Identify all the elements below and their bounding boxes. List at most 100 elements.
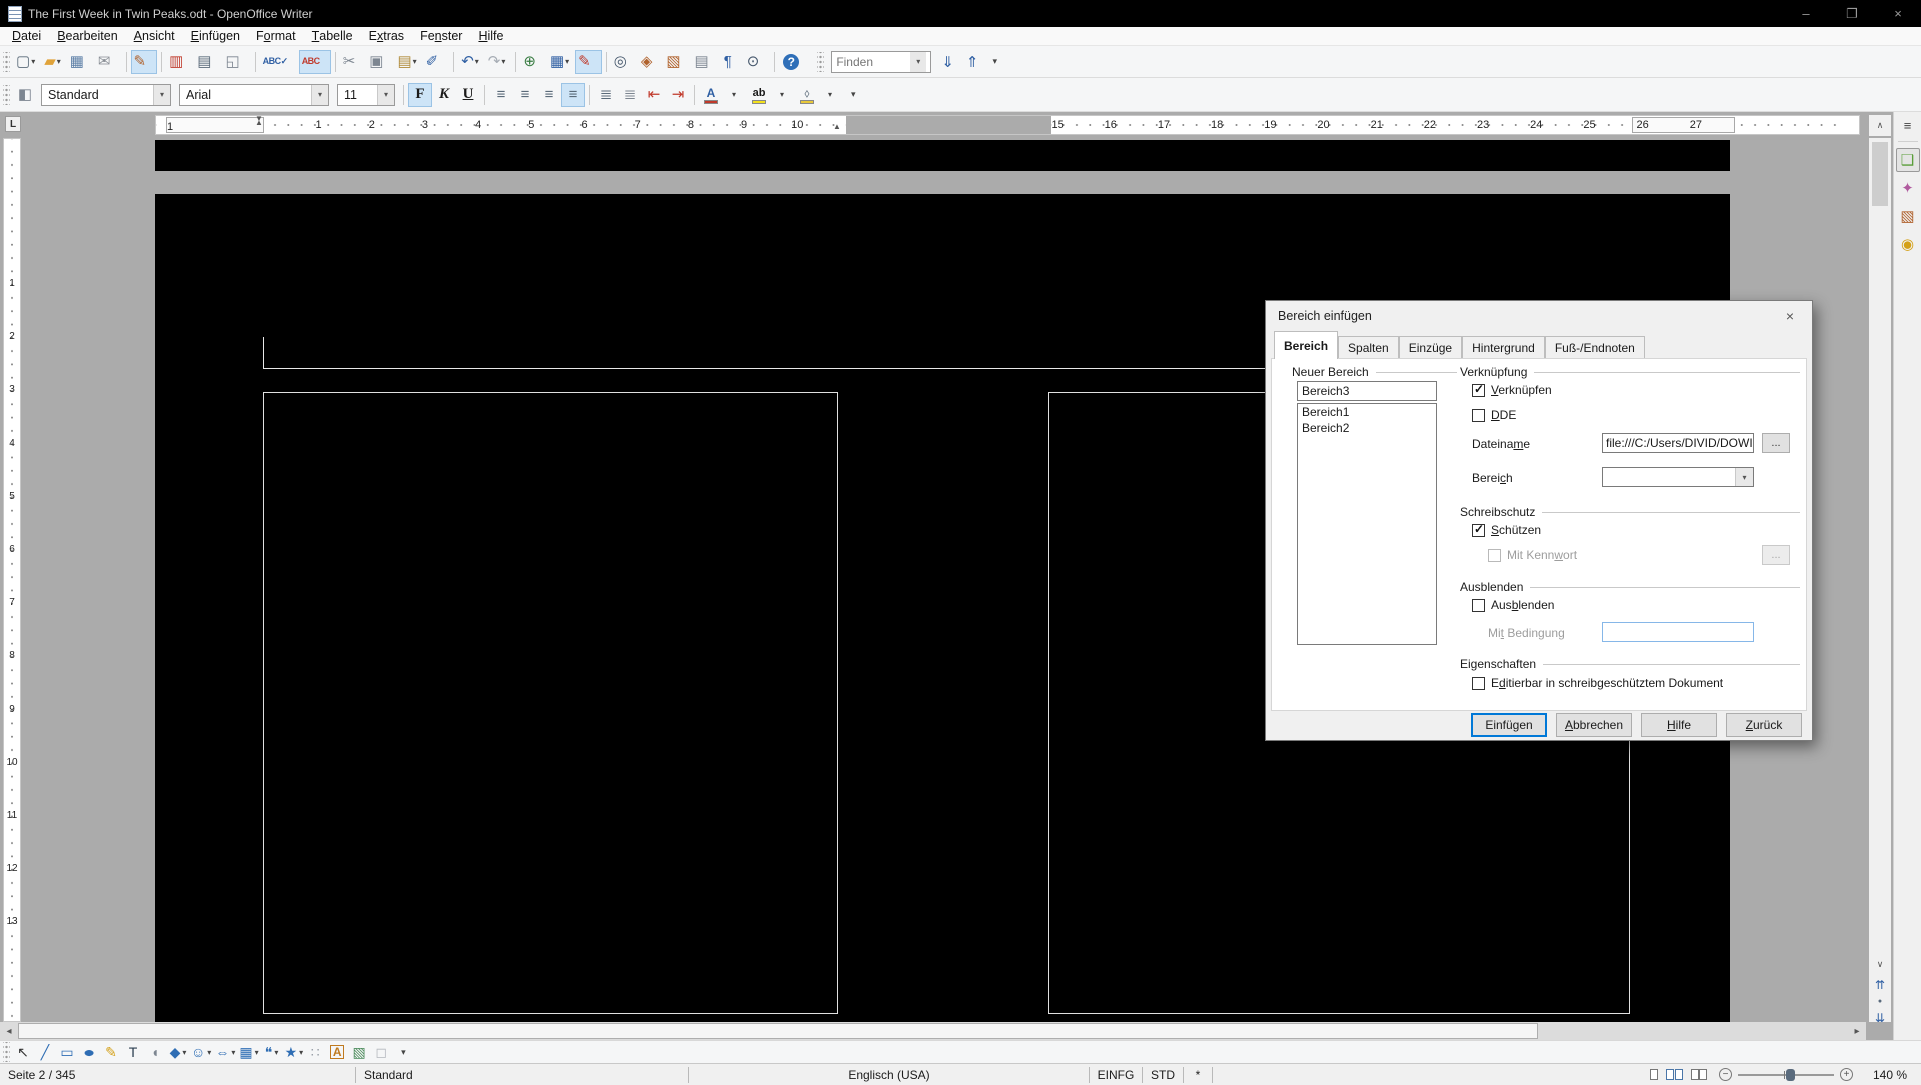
nonprinting-characters-icon[interactable]: ¶	[720, 50, 744, 74]
highlighting-icon[interactable]: ab	[747, 83, 771, 107]
save-icon[interactable]: ▦	[67, 50, 95, 74]
rectangle-icon[interactable]: ▭	[57, 1042, 79, 1063]
format-paintbrush-icon[interactable]: ✐	[423, 50, 450, 74]
section-name-input[interactable]: Bereich3	[1297, 381, 1437, 401]
toolbar-grip[interactable]	[817, 52, 824, 72]
toolbar-overflow-icon[interactable]: ▾	[847, 87, 860, 102]
sidebar-tab-styles-icon[interactable]: ✦	[1896, 176, 1920, 200]
find-previous-icon[interactable]: ⇑	[960, 53, 985, 71]
menu-item[interactable]: Format	[248, 27, 304, 45]
menu-item[interactable]: Extras	[361, 27, 412, 45]
zoom-icon[interactable]: ⊙	[744, 50, 771, 74]
page-style-indicator[interactable]: Standard	[356, 1064, 688, 1085]
toolbar-grip[interactable]	[3, 85, 10, 105]
tab-bereich[interactable]: Bereich	[1274, 331, 1338, 359]
basic-shapes-icon[interactable]: ◆ ▾	[167, 1042, 189, 1063]
abbrechen-button[interactable]: Abbrechen	[1556, 713, 1632, 737]
indent-marker[interactable]: ▼ ▲	[254, 117, 264, 125]
print-icon[interactable]: ▤	[194, 50, 222, 74]
minimize-button[interactable]: –	[1783, 0, 1829, 27]
toolbar-grip[interactable]	[3, 52, 10, 72]
checkbox[interactable]	[1472, 599, 1485, 612]
toolbar-grip[interactable]	[3, 1042, 10, 1062]
dropdown-icon[interactable]: ▾	[723, 83, 747, 107]
block-arrows-icon[interactable]: ⇔ ▾	[213, 1042, 237, 1063]
bold-button[interactable]: F	[408, 83, 432, 107]
menu-item[interactable]: Fenster	[412, 27, 470, 45]
autospellcheck-icon[interactable]: ABC	[299, 50, 331, 74]
fontsize-combobox[interactable]: 11 ▾	[337, 84, 395, 106]
gallery-icon[interactable]: ▧	[663, 50, 691, 74]
symbol-shapes-icon[interactable]: ☺ ▾	[189, 1042, 213, 1063]
dropdown-icon[interactable]: ▾	[819, 83, 843, 107]
insert-mode-indicator[interactable]: EINFG	[1090, 1064, 1142, 1085]
right-indent-marker[interactable]: ▲	[832, 125, 842, 129]
scroll-left-icon[interactable]: ◂	[0, 1022, 18, 1040]
find-next-icon[interactable]: ⇓	[935, 53, 960, 71]
background-color-icon[interactable]: ⬨	[795, 83, 819, 107]
data-sources-icon[interactable]: ▤	[692, 50, 720, 74]
checkbox[interactable]	[1472, 409, 1485, 422]
bedingung-field[interactable]	[1602, 622, 1754, 642]
page-indicator[interactable]: Seite 2 / 345	[0, 1064, 355, 1085]
align-right-icon[interactable]: ≡	[537, 83, 561, 107]
dateiname-field[interactable]: file:///C:/Users/DIVID/DOWI	[1602, 433, 1754, 453]
copy-icon[interactable]: ▣	[366, 50, 394, 74]
book-view-icon[interactable]	[1691, 1069, 1707, 1080]
new-document-icon[interactable]: ▢ ▾	[13, 50, 41, 74]
zurueck-button[interactable]: Zurück	[1726, 713, 1802, 737]
find-combobox[interactable]: ▾	[831, 51, 931, 73]
checkbox[interactable]	[1472, 524, 1485, 537]
ellipse-icon[interactable]: ●	[79, 1042, 101, 1063]
dropdown-icon[interactable]: ▾	[771, 83, 795, 107]
single-page-view-icon[interactable]	[1650, 1069, 1658, 1080]
insert-image-icon[interactable]: ▧	[349, 1042, 371, 1063]
zoom-in-icon[interactable]: +	[1840, 1068, 1853, 1081]
flowchart-icon[interactable]: ▦ ▾	[237, 1042, 260, 1063]
vertical-scrollbar[interactable]: ∨ ⇈ ● ⇊	[1869, 138, 1891, 1022]
menu-item[interactable]: Bearbeiten	[49, 27, 125, 45]
checkbox-schuetzen[interactable]: Schützen	[1472, 523, 1541, 537]
checkbox-dde[interactable]: DDE	[1472, 408, 1516, 422]
close-button[interactable]: ×	[1875, 0, 1921, 27]
previous-page-bottom[interactable]	[155, 140, 1730, 171]
sidebar-tab-gallery-icon[interactable]: ▧	[1896, 204, 1920, 228]
export-pdf-icon[interactable]: ▥	[166, 50, 194, 74]
multi-page-view-icon[interactable]	[1666, 1069, 1683, 1080]
next-page-icon[interactable]: ⇊	[1869, 1009, 1891, 1026]
toolbar-overflow-icon[interactable]: ▾	[988, 54, 1001, 69]
paste-icon[interactable]: ▤ ▾	[394, 50, 422, 74]
undo-icon[interactable]: ↶ ▾	[458, 50, 485, 74]
paragraph-style-icon[interactable]: ◧	[13, 83, 37, 107]
font-color-icon[interactable]: A	[699, 83, 723, 107]
maximize-button[interactable]: ❐	[1829, 0, 1875, 27]
align-justify-icon[interactable]: ≡	[561, 83, 585, 107]
scroll-up-icon[interactable]: ∧	[1869, 115, 1891, 136]
chevron-down-icon[interactable]: ▾	[153, 85, 170, 105]
draw-functions-icon[interactable]: ✎	[575, 50, 602, 74]
section-list[interactable]: Bereich1Bereich2	[1297, 403, 1437, 645]
callout-shapes-icon[interactable]: ❝ ▾	[261, 1042, 283, 1063]
bereich-combobox[interactable]: ▾	[1602, 467, 1754, 487]
hyperlink-icon[interactable]: ⊕	[520, 50, 547, 74]
einfuegen-button[interactable]: Einfügen	[1471, 713, 1547, 737]
dialog-close-icon[interactable]: ×	[1768, 301, 1812, 331]
chevron-down-icon[interactable]: ▾	[910, 52, 926, 72]
tab-fussendnoten[interactable]: Fuß-/Endnoten	[1545, 336, 1645, 359]
underline-button[interactable]: U	[456, 83, 480, 107]
align-center-icon[interactable]: ≡	[513, 83, 537, 107]
callout-icon[interactable]: ◖	[145, 1042, 167, 1063]
numbered-list-icon[interactable]: ≣	[594, 83, 618, 107]
table-icon[interactable]: ▦ ▾	[547, 50, 575, 74]
zoom-out-icon[interactable]: −	[1719, 1068, 1732, 1081]
chevron-down-icon[interactable]: ▾	[377, 85, 394, 105]
zoom-slider-thumb[interactable]	[1786, 1069, 1795, 1081]
extrusion-icon[interactable]: ◻	[371, 1042, 393, 1063]
edit-points-icon[interactable]: ∷	[305, 1042, 327, 1063]
navigation-icon[interactable]: ●	[1869, 993, 1891, 1010]
line-icon[interactable]: ╱	[35, 1042, 57, 1063]
fontwork-icon[interactable]: A	[327, 1042, 349, 1063]
sidebar-tab-navigator-icon[interactable]: ◉	[1896, 232, 1920, 256]
checkbox-editierbar[interactable]: Editierbar in schreibgeschütztem Dokumen…	[1472, 676, 1723, 690]
italic-button[interactable]: K	[432, 83, 456, 107]
